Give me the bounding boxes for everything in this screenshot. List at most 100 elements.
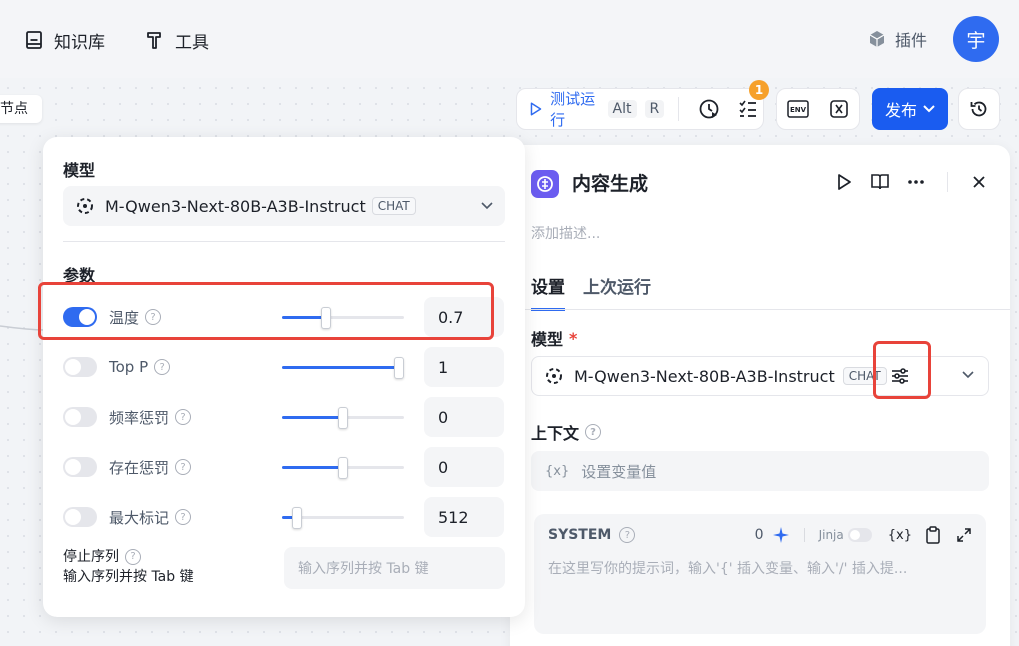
- model-params-popup: 模型 M-Qwen3-Next-80B-A3B-Instruct CHAT 参数…: [43, 137, 525, 617]
- insert-variable-icon[interactable]: {x}: [888, 528, 912, 543]
- expand-icon[interactable]: [956, 527, 972, 543]
- param-toggle[interactable]: [63, 357, 97, 377]
- version-history-button[interactable]: [958, 88, 1000, 130]
- publish-button[interactable]: 发布: [872, 88, 948, 130]
- stop-sequence-input[interactable]: 输入序列并按 Tab 键: [284, 547, 505, 589]
- description-input[interactable]: 添加描述...: [531, 223, 600, 243]
- variable-button[interactable]: [822, 92, 856, 126]
- book-icon[interactable]: [869, 171, 891, 193]
- nav-plugins[interactable]: 插件: [867, 27, 927, 51]
- sparkle-icon[interactable]: [772, 526, 790, 544]
- jinja-label: Jinja: [818, 528, 844, 542]
- slider-thumb[interactable]: [394, 357, 404, 379]
- tab-last-run[interactable]: 上次运行: [583, 273, 651, 311]
- llm-icon: [537, 176, 553, 192]
- checklist-button[interactable]: 1: [732, 80, 769, 126]
- env-button[interactable]: ENV: [781, 92, 815, 126]
- shortcut-r: R: [644, 100, 665, 118]
- nav-knowledge[interactable]: 知识库: [24, 27, 105, 53]
- context-variable-input[interactable]: {x} 设置变量值: [531, 451, 989, 491]
- param-slider[interactable]: [282, 357, 404, 379]
- help-icon[interactable]: ?: [619, 527, 636, 543]
- system-prompt-editor[interactable]: SYSTEM ? 0 Jinja {x} 在这里写你的提示词，输入'{' 插入变…: [534, 514, 986, 634]
- param-row: 存在惩罚? 0: [63, 447, 505, 487]
- more-icon[interactable]: [905, 171, 927, 193]
- popup-model-select[interactable]: M-Qwen3-Next-80B-A3B-Instruct CHAT: [63, 186, 505, 226]
- test-run-button[interactable]: 测试运行 Alt R: [529, 88, 665, 130]
- param-label-text: 频率惩罚: [109, 408, 170, 427]
- document-icon: [26, 31, 42, 49]
- sliders-icon: [892, 368, 908, 384]
- slider-thumb[interactable]: [338, 407, 348, 429]
- param-row: Top P? 1: [63, 347, 505, 387]
- help-icon[interactable]: ?: [125, 549, 141, 565]
- system-label: SYSTEM: [548, 527, 612, 543]
- system-divider: [803, 528, 805, 542]
- chevron-down-icon: [923, 105, 935, 113]
- hammer-icon: [147, 32, 161, 49]
- slider-thumb[interactable]: [292, 507, 302, 529]
- checklist-icon: [738, 100, 756, 117]
- run-history-button[interactable]: [693, 92, 724, 126]
- model-name: M-Qwen3-Next-80B-A3B-Instruct: [574, 366, 835, 386]
- param-toggle[interactable]: [63, 407, 97, 427]
- context-label: 上下文: [531, 424, 580, 443]
- model-provider-icon: [546, 368, 562, 384]
- param-label-text: Top P: [109, 358, 149, 376]
- help-icon[interactable]: ?: [175, 409, 192, 425]
- close-icon[interactable]: [968, 171, 990, 193]
- tab-settings[interactable]: 设置: [531, 273, 565, 311]
- jinja-toggle[interactable]: [847, 528, 872, 542]
- publish-label: 发布: [884, 101, 917, 120]
- model-field-label: 模型 *: [531, 326, 577, 350]
- help-icon[interactable]: ?: [585, 424, 602, 440]
- avatar[interactable]: 宇: [953, 16, 999, 62]
- node-title[interactable]: 内容生成: [572, 170, 648, 198]
- param-slider[interactable]: [282, 407, 404, 429]
- clock-play-icon: [699, 99, 719, 119]
- param-toggle[interactable]: [63, 457, 97, 477]
- close-box-icon: [829, 100, 848, 118]
- help-icon[interactable]: ?: [175, 459, 192, 475]
- run-node-icon[interactable]: [833, 171, 855, 193]
- env-group: ENV: [776, 88, 860, 130]
- param-slider[interactable]: [282, 457, 404, 479]
- nav-plugins-label: 插件: [895, 31, 928, 50]
- system-prompt-header: SYSTEM ? 0 Jinja {x}: [548, 526, 972, 544]
- panel-header-actions: [833, 171, 990, 193]
- param-slider[interactable]: [282, 507, 404, 529]
- panel-tabs: 设置 上次运行: [531, 273, 651, 311]
- param-value-input[interactable]: 0: [424, 397, 504, 437]
- slider-thumb[interactable]: [338, 457, 348, 479]
- node-type-icon: [531, 170, 559, 198]
- stop-sequence-label: 停止序列 ? 输入序列并按 Tab 键: [63, 547, 194, 587]
- popup-model-title: 模型: [63, 161, 96, 180]
- node-settings-panel: 内容生成 添加描述... 设置 上次运行 模型 * M-Qwen3-Next-8…: [510, 145, 1010, 646]
- env-icon-text: ENV: [789, 106, 806, 114]
- stop-label: 停止序列: [63, 549, 119, 565]
- history-icon: [970, 101, 987, 117]
- chevron-down-icon[interactable]: [962, 371, 974, 379]
- param-label: Top P?: [109, 358, 274, 376]
- env-icon: ENV: [786, 100, 809, 118]
- help-icon[interactable]: ?: [154, 359, 171, 375]
- param-value-input[interactable]: 0: [424, 447, 504, 487]
- param-value-input[interactable]: 512: [424, 497, 504, 537]
- shortcut-alt: Alt: [607, 100, 637, 118]
- play-icon: [530, 102, 542, 116]
- node-chip[interactable]: 节点: [0, 95, 42, 123]
- stop-hint: 输入序列并按 Tab 键: [63, 569, 194, 585]
- param-label-text: 最大标记: [109, 508, 170, 527]
- nav-tools[interactable]: 工具: [145, 27, 209, 53]
- param-value-input[interactable]: 1: [424, 347, 504, 387]
- notification-badge: 1: [749, 80, 769, 100]
- help-icon[interactable]: ?: [175, 509, 192, 525]
- clipboard-icon[interactable]: [924, 526, 942, 544]
- model-provider-icon: [77, 198, 93, 214]
- context-field-label: 上下文 ?: [531, 420, 602, 444]
- param-toggle[interactable]: [63, 507, 97, 527]
- context-placeholder: 设置变量值: [581, 462, 657, 481]
- chevron-down-icon: [481, 202, 493, 210]
- model-params-button[interactable]: [890, 366, 910, 390]
- param-label-text: 存在惩罚: [109, 458, 170, 477]
